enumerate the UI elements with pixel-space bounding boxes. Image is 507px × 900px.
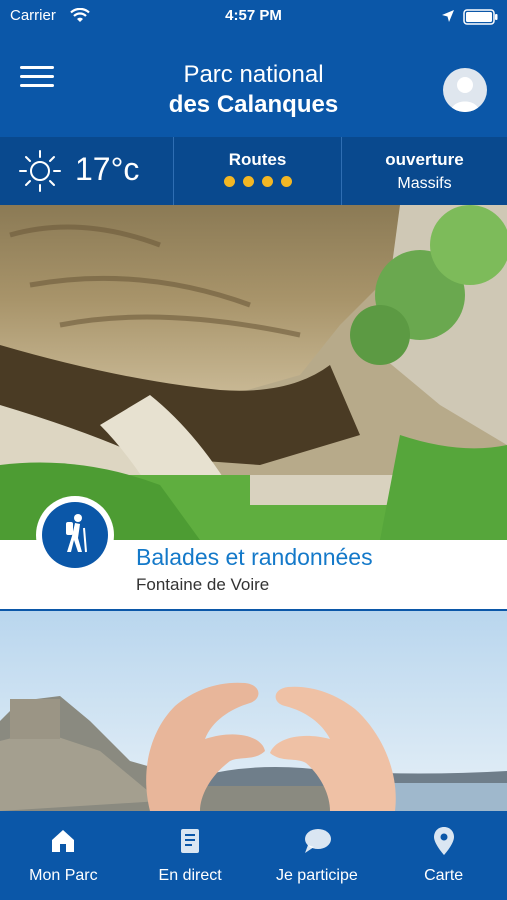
- heart-hands-photo: [0, 611, 507, 811]
- hiker-icon: [66, 514, 87, 553]
- title-line-2: des Calanques: [168, 91, 339, 118]
- tab-label: Mon Parc: [29, 867, 98, 884]
- opening-widget[interactable]: ouverture Massifs: [341, 137, 507, 205]
- menu-button[interactable]: [20, 66, 54, 90]
- page-title: Parc national des Calanques: [100, 60, 407, 120]
- heart-hands-card[interactable]: [0, 611, 507, 811]
- tab-bar: Mon Parc En direct Je participe Carte: [0, 811, 507, 900]
- menu-icon: [20, 66, 54, 69]
- weather-widget[interactable]: 17°c: [0, 137, 173, 205]
- activity-card[interactable]: Balades et randonnées Fontaine de Voire: [0, 205, 507, 609]
- status-bar: Carrier 4:57 PM: [0, 0, 507, 34]
- routes-rating: [174, 176, 341, 187]
- home-icon: [52, 830, 75, 852]
- user-icon: [451, 77, 479, 112]
- rating-dot: [280, 176, 292, 187]
- news-icon: [181, 829, 200, 853]
- routes-label: Routes: [228, 150, 287, 169]
- tab-label: Je participe: [275, 867, 358, 884]
- chat-icon: [304, 829, 331, 853]
- app-header: Parc national des Calanques: [0, 34, 507, 137]
- tab-label: En direct: [158, 867, 222, 884]
- clock: 4:57 PM: [225, 7, 282, 24]
- info-bar: 17°c Routes ouverture Massifs: [0, 137, 507, 205]
- rating-dot: [242, 176, 254, 187]
- opening-label: ouverture: [385, 150, 464, 169]
- tab-en-direct[interactable]: En direct: [127, 811, 254, 900]
- map-pin-icon: [433, 827, 454, 855]
- battery-icon: [463, 9, 498, 25]
- cave-photo: [0, 205, 507, 540]
- tab-mon-parc[interactable]: Mon Parc: [0, 811, 127, 900]
- routes-widget[interactable]: Routes: [173, 137, 341, 205]
- tab-je-participe[interactable]: Je participe: [254, 811, 381, 900]
- location-arrow-icon: [442, 10, 454, 22]
- rating-dot: [261, 176, 273, 187]
- card-subtitle: Fontaine de Voire: [136, 575, 270, 594]
- sun-icon: [19, 150, 61, 192]
- opening-value: Massifs: [397, 175, 452, 192]
- rating-dot: [223, 176, 235, 187]
- title-line-1: Parc national: [183, 61, 324, 88]
- tab-carte[interactable]: Carte: [380, 811, 507, 900]
- card-title[interactable]: Balades et randonnées: [136, 544, 373, 571]
- profile-avatar-button[interactable]: [443, 68, 487, 112]
- tab-label: Carte: [424, 867, 464, 884]
- temperature: 17°c: [75, 151, 140, 187]
- hike-badge: [36, 496, 114, 574]
